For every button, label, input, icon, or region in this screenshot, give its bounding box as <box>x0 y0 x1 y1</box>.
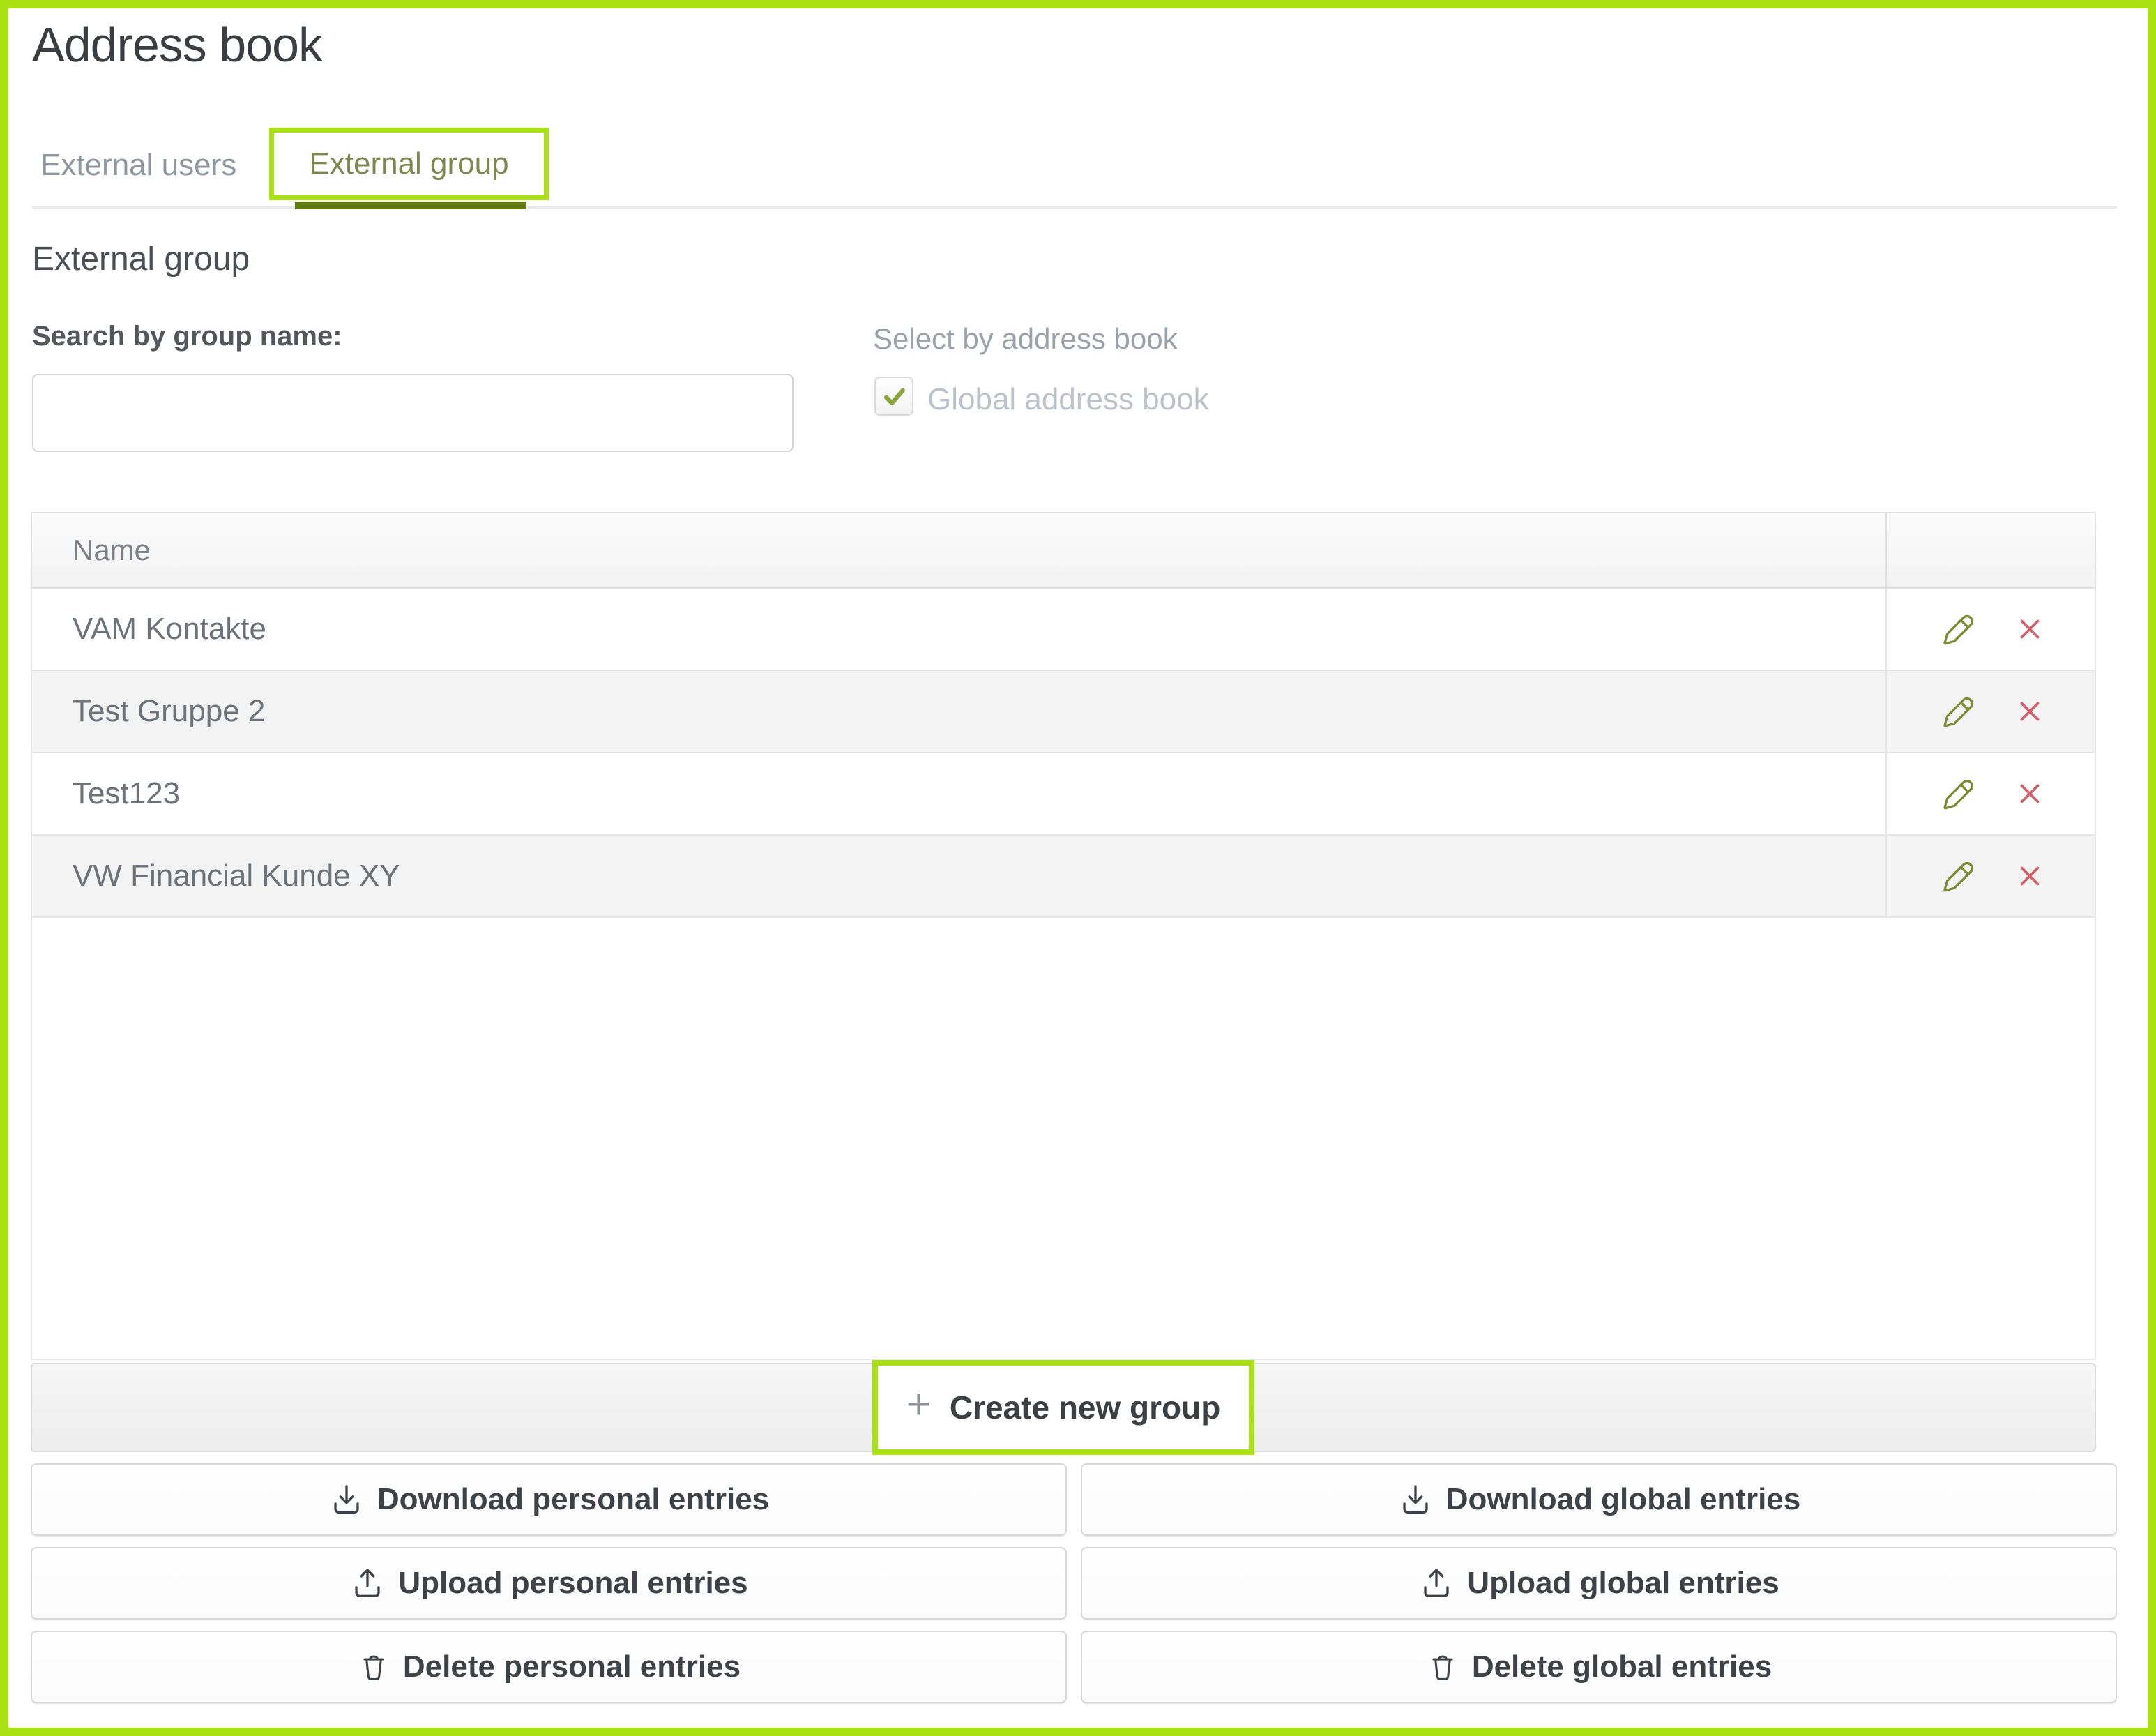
groups-table: Name VAM Kontakte Test Gruppe 2 Test123 <box>31 512 2096 1360</box>
global-address-book-checkbox[interactable] <box>874 377 913 416</box>
download-personal-entries-button[interactable]: Download personal entries <box>31 1463 1067 1536</box>
pencil-icon <box>1936 608 1977 650</box>
x-icon <box>2014 778 2046 810</box>
upload-icon <box>349 1565 386 1601</box>
row-actions-cell <box>1885 753 2095 834</box>
table-row: VAM Kontakte <box>31 589 2096 671</box>
button-label: Download global entries <box>1445 1482 1801 1516</box>
trash-icon <box>357 1650 390 1684</box>
create-group-bar: + Create new group <box>31 1360 2096 1455</box>
row-actions-cell <box>1885 836 2095 916</box>
group-name-cell: Test123 <box>73 776 181 810</box>
button-label: Delete global entries <box>1471 1650 1772 1684</box>
pencil-icon <box>1936 773 1977 815</box>
button-label: Upload global entries <box>1467 1566 1779 1600</box>
delete-group-button[interactable] <box>2014 613 2046 645</box>
column-header-actions <box>1885 513 2095 587</box>
page-title: Address book <box>32 17 323 72</box>
plus-icon: + <box>906 1380 932 1428</box>
pencil-icon <box>1936 855 1977 897</box>
x-icon <box>2014 695 2046 727</box>
row-actions-cell <box>1885 671 2095 752</box>
table-row: VW Financial Kunde XY <box>31 836 2096 918</box>
address-book-page: Address book External users External gro… <box>0 0 2156 1736</box>
annotation-create-highlight: + Create new group <box>872 1360 1254 1455</box>
pencil-icon <box>1936 690 1977 732</box>
column-header-name: Name <box>73 534 151 566</box>
edit-group-button[interactable] <box>1936 855 1977 897</box>
group-name-cell: VAM Kontakte <box>73 612 266 646</box>
entries-actions-grid: Download personal entries Download globa… <box>31 1463 2117 1703</box>
section-heading: External group <box>32 241 250 278</box>
delete-personal-entries-button[interactable]: Delete personal entries <box>31 1631 1067 1703</box>
table-row: Test Gruppe 2 <box>31 671 2096 753</box>
upload-global-entries-button[interactable]: Upload global entries <box>1081 1547 2117 1620</box>
delete-group-button[interactable] <box>2014 695 2046 727</box>
x-icon <box>2014 860 2046 892</box>
x-icon <box>2014 613 2046 645</box>
create-new-group-button[interactable]: Create new group <box>950 1389 1221 1426</box>
button-label: Upload personal entries <box>398 1566 748 1600</box>
check-icon <box>880 382 908 410</box>
global-address-book-label: Global address book <box>927 382 1209 416</box>
download-icon <box>328 1481 365 1518</box>
row-actions-cell <box>1885 589 2095 670</box>
upload-personal-entries-button[interactable]: Upload personal entries <box>31 1547 1067 1620</box>
button-label: Delete personal entries <box>402 1650 741 1684</box>
edit-group-button[interactable] <box>1936 608 1977 650</box>
edit-group-button[interactable] <box>1936 773 1977 815</box>
address-book-filter-label: Select by address book <box>873 322 1178 355</box>
annotation-tab-highlight: External group <box>269 128 549 200</box>
active-tab-underline <box>295 202 526 209</box>
table-empty-area <box>31 918 2096 1360</box>
download-global-entries-button[interactable]: Download global entries <box>1081 1463 2117 1536</box>
download-icon <box>1397 1481 1434 1518</box>
search-input[interactable] <box>32 374 794 452</box>
button-label: Download personal entries <box>377 1482 770 1516</box>
edit-group-button[interactable] <box>1936 690 1977 732</box>
upload-icon <box>1418 1565 1455 1601</box>
delete-group-button[interactable] <box>2014 778 2046 810</box>
table-header-row: Name <box>31 512 2096 589</box>
group-name-cell: VW Financial Kunde XY <box>73 859 400 893</box>
delete-global-entries-button[interactable]: Delete global entries <box>1081 1631 2117 1703</box>
tab-external-users[interactable]: External users <box>40 148 236 183</box>
table-row: Test123 <box>31 753 2096 836</box>
search-label: Search by group name: <box>32 321 342 352</box>
trash-icon <box>1426 1650 1459 1684</box>
group-name-cell: Test Gruppe 2 <box>73 694 266 728</box>
delete-group-button[interactable] <box>2014 860 2046 892</box>
tab-external-group[interactable]: External group <box>309 146 508 181</box>
